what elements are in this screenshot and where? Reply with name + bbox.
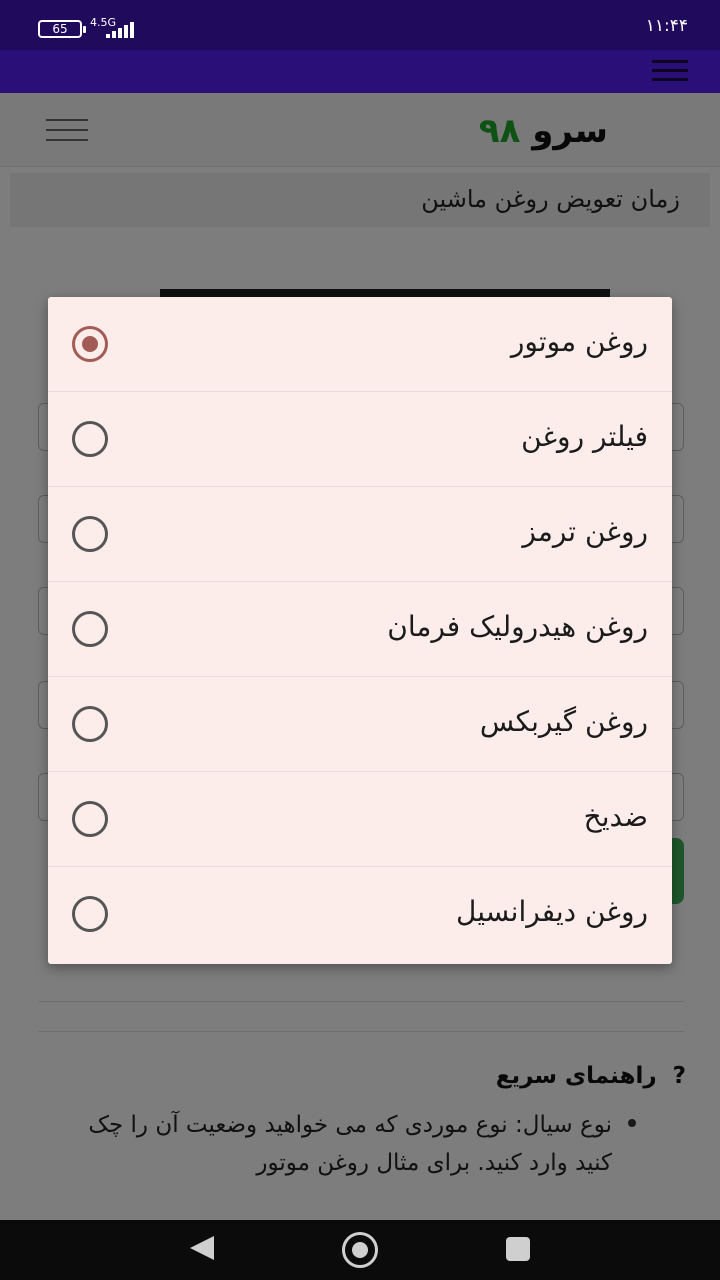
radio-button-icon[interactable] bbox=[72, 611, 108, 647]
status-bar: 65 4.5G ۱۱:۴۴ bbox=[0, 0, 720, 50]
option-oil-filter[interactable]: فیلتر روغن bbox=[48, 392, 672, 487]
option-engine-oil[interactable]: روغن موتور bbox=[48, 297, 672, 392]
option-label: روغن موتور bbox=[510, 325, 648, 358]
option-label: روغن دیفرانسیل bbox=[456, 895, 648, 928]
radio-button-icon[interactable] bbox=[72, 326, 108, 362]
option-label: روغن ترمز bbox=[522, 515, 648, 548]
home-icon[interactable] bbox=[342, 1232, 378, 1268]
signal-icon bbox=[100, 20, 140, 38]
fluid-type-dialog: روغن موتور فیلتر روغن روغن ترمز روغن هید… bbox=[48, 297, 672, 964]
option-label: ضدیخ bbox=[583, 800, 648, 833]
radio-button-icon[interactable] bbox=[72, 896, 108, 932]
option-antifreeze[interactable]: ضدیخ bbox=[48, 772, 672, 867]
browser-toolbar bbox=[0, 50, 720, 93]
radio-button-icon[interactable] bbox=[72, 516, 108, 552]
radio-button-icon[interactable] bbox=[72, 801, 108, 837]
radio-button-icon[interactable] bbox=[72, 421, 108, 457]
option-brake-oil[interactable]: روغن ترمز bbox=[48, 487, 672, 582]
option-label: فیلتر روغن bbox=[521, 420, 648, 453]
radio-button-icon[interactable] bbox=[72, 706, 108, 742]
option-differential-oil[interactable]: روغن دیفرانسیل bbox=[48, 867, 672, 962]
back-icon[interactable] bbox=[190, 1236, 214, 1260]
option-gearbox-oil[interactable]: روغن گیربکس bbox=[48, 677, 672, 772]
battery-icon: 65 bbox=[38, 20, 86, 38]
recent-apps-icon[interactable] bbox=[506, 1237, 530, 1261]
option-label: روغن گیربکس bbox=[479, 705, 648, 738]
option-label: روغن هیدرولیک فرمان bbox=[387, 610, 648, 643]
clock: ۱۱:۴۴ bbox=[645, 16, 688, 36]
browser-menu-icon[interactable] bbox=[652, 60, 688, 84]
option-steering-hydraulic-oil[interactable]: روغن هیدرولیک فرمان bbox=[48, 582, 672, 677]
system-nav-bar bbox=[0, 1220, 720, 1280]
